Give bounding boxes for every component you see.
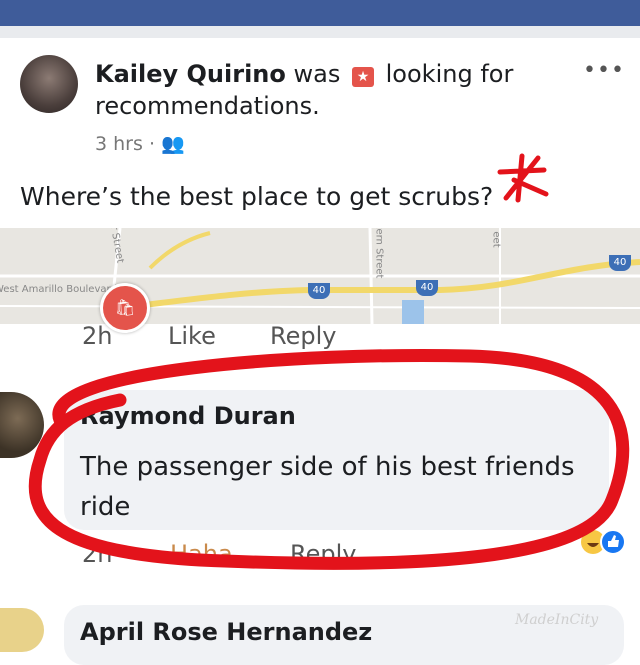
avatar[interactable] — [0, 392, 44, 458]
comment-reply-button[interactable]: Reply — [290, 540, 356, 568]
comment-time-link[interactable]: 2h — [82, 540, 112, 568]
interstate-shield: 40 — [416, 280, 438, 296]
post-header: Kailey Quirino was ★ looking for recomme… — [95, 58, 555, 122]
like-button[interactable]: Like — [168, 322, 216, 350]
map-preview[interactable]: ter Street tern Street eet West Amarillo… — [0, 228, 640, 324]
street-label: eet — [490, 231, 502, 248]
interstate-shield: 40 — [308, 283, 330, 299]
post-time[interactable]: 3 hrs — [95, 133, 143, 155]
avatar[interactable] — [20, 55, 78, 113]
recommendation-icon: ★ — [352, 67, 374, 87]
interstate-shield: 40 — [609, 255, 631, 271]
post-time-link[interactable]: 2h — [82, 322, 112, 350]
comment-text: The passenger side of his best friends r… — [80, 452, 575, 522]
status-prefix: was — [293, 60, 341, 88]
reaction-summary[interactable] — [580, 527, 632, 557]
avatar[interactable] — [0, 608, 44, 652]
feed-divider — [0, 26, 640, 38]
haha-button[interactable]: Haha — [170, 540, 233, 568]
red-star-scribble — [497, 153, 549, 203]
comment-author[interactable]: Raymond Duran — [80, 402, 296, 430]
more-horizontal-icon[interactable]: ••• — [583, 58, 625, 83]
reply-button[interactable]: Reply — [270, 322, 336, 350]
friends-icon: 👥 — [161, 133, 185, 155]
comment-author[interactable]: April Rose Hernandez — [80, 618, 372, 646]
top-nav-bar — [0, 0, 640, 26]
street-label: West Amarillo Boulevard — [0, 284, 117, 295]
post-text: Where’s the best place to get scrubs? — [20, 182, 494, 211]
watermark: MadeInCity — [515, 612, 599, 628]
map-roads — [0, 228, 640, 324]
separator-dot: · — [148, 133, 162, 155]
post-meta: 3 hrs · 👥 — [95, 132, 185, 155]
author-name[interactable]: Kailey Quirino — [95, 60, 286, 88]
street-label: tern Street — [373, 228, 385, 279]
